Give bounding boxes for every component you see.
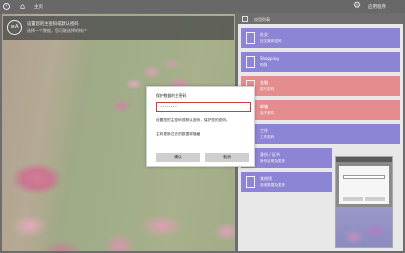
tile-subtitle: 电子邮件 <box>260 111 275 115</box>
tile-subtitle: 社交媒体密码 <box>260 39 282 43</box>
tile-title: 其他项 <box>260 176 272 181</box>
tile-title: 邮箱 <box>260 104 268 109</box>
banner-subtitle: 选择一个数据，您可能选择的帐户 <box>27 28 87 33</box>
tile-subtitle: 工作密码 <box>260 135 275 139</box>
list-icon <box>242 16 248 22</box>
tile-subtitle: 银行密码 <box>260 87 275 91</box>
tile-subtitle: 其他数据及更多 <box>260 183 286 187</box>
preview-titlebar <box>336 157 392 162</box>
tile-title: Shopping <box>260 56 279 61</box>
settings-label[interactable]: 应用程序 <box>368 4 386 10</box>
avatar[interactable]: ≡A <box>7 20 22 35</box>
cancel-button[interactable]: 取消 <box>205 153 249 162</box>
tile-shopping[interactable]: Shopping 购物 <box>241 52 400 72</box>
panel-header-label: 应用列表 <box>254 16 270 22</box>
preview-button <box>343 197 363 201</box>
gear-icon[interactable]: ⚙ <box>353 2 361 11</box>
tile-subtitle: 身份证明及更多 <box>260 159 286 163</box>
preview-button <box>365 197 385 201</box>
card-icon <box>246 176 255 188</box>
banner-title: 设置您的主密码或默认密码 <box>27 22 79 27</box>
tile-work[interactable]: 工作 工作密码 <box>241 124 400 144</box>
master-password-input[interactable] <box>156 102 251 112</box>
tile-title: 金融 <box>260 80 268 85</box>
tile-finance[interactable]: 金融 银行密码 <box>241 76 400 96</box>
tile-title: 工作 <box>260 128 268 133</box>
panel-header: 应用列表 <box>238 14 403 24</box>
tile-title: 身份 / 证书 <box>260 152 280 157</box>
account-banner[interactable]: ≡A 设置您的主密码或默认密码 选择一个数据，您可能选择的帐户 <box>3 16 234 40</box>
home-icon[interactable]: ⌂ <box>20 3 25 11</box>
tile-email[interactable]: 邮箱 电子邮件 <box>241 100 400 120</box>
preview-field <box>343 175 385 179</box>
card-icon <box>246 32 255 44</box>
master-password-dialog: 保护数据的主密码 设置您的主密码或默认密码，保护您的密码。 主码更新过去的数据将… <box>146 86 255 167</box>
top-bar-title: 主页 <box>34 5 43 10</box>
app-preview-thumbnail[interactable] <box>335 156 393 248</box>
tile-social[interactable]: 社交 社交媒体密码 <box>241 28 400 48</box>
tile-other[interactable]: 其他项 其他数据及更多 <box>241 172 332 192</box>
preview-image <box>336 207 392 247</box>
dialog-description: 设置您的主密码或默认密码，保护您的密码。 <box>156 118 230 122</box>
back-arrow-icon[interactable]: ‹ <box>3 3 10 10</box>
tile-subtitle: 购物 <box>260 63 268 67</box>
category-panel: 应用列表 社交 社交媒体密码 Shopping 购物 金融 银行密码 邮箱 电子… <box>238 14 403 251</box>
ok-button[interactable]: 确认 <box>156 153 200 162</box>
card-icon <box>246 56 255 68</box>
top-bar: ‹ ⌂ 主页 ⚙ 应用程序 <box>0 0 405 13</box>
tile-title: 社交 <box>260 32 268 37</box>
dialog-note[interactable]: 主码更新过去的数据将隐藏 <box>156 132 200 137</box>
dialog-title: 保护数据的主密码 <box>156 93 187 98</box>
